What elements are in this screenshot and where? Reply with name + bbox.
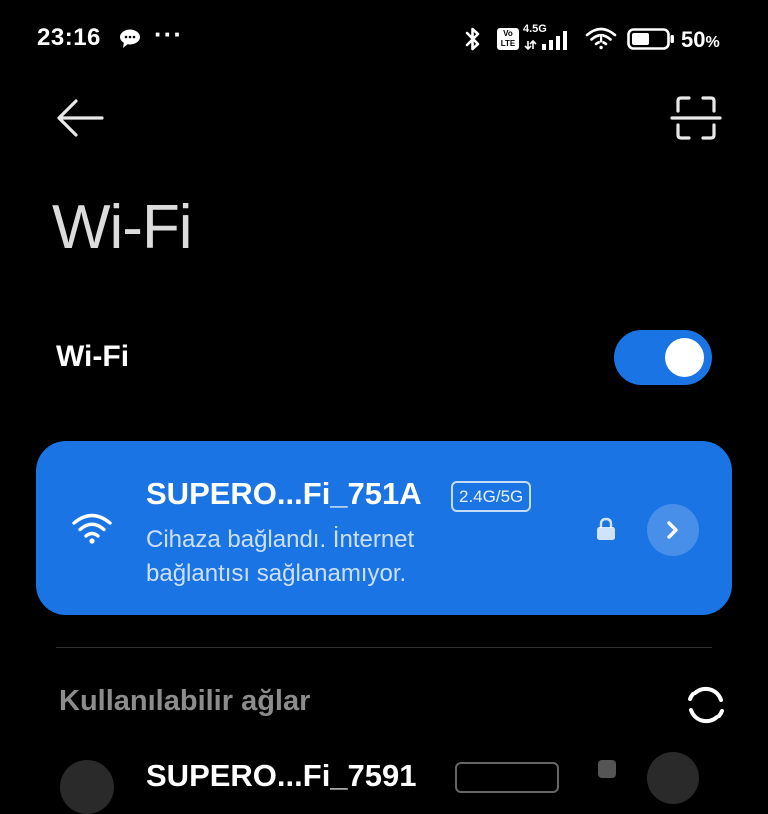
wifi-toggle-switch[interactable] [614, 330, 712, 385]
lock-icon [598, 760, 616, 778]
section-divider [56, 647, 712, 648]
more-notifications-icon: ··· [154, 19, 183, 49]
status-time: 23:16 [37, 24, 101, 51]
battery-percent: 50% [681, 27, 720, 53]
volte-top-label: Vo [503, 29, 513, 38]
network-name: SUPERO...Fi_7591 [146, 758, 417, 793]
toggle-knob [665, 338, 704, 377]
wifi-no-internet-icon [585, 26, 617, 57]
battery-icon [627, 28, 675, 55]
page-title: Wi-Fi [52, 193, 193, 262]
bluetooth-icon [462, 25, 484, 58]
refresh-networks-button[interactable] [684, 683, 728, 727]
wifi-icon [71, 511, 113, 550]
volte-icon: Vo LTE [497, 28, 519, 50]
network-details-button[interactable] [647, 752, 699, 804]
cell-signal-icon [522, 27, 578, 56]
network-details-button[interactable] [647, 504, 699, 556]
connected-network-card[interactable]: SUPERO...Fi_751A 2.4G/5G Cihaza bağlandı… [36, 441, 732, 615]
status-bar: 23:16 ··· Vo LTE 4.5G 50% [0, 0, 768, 80]
chat-bubble-icon [118, 28, 142, 55]
wifi-icon [60, 760, 114, 814]
qr-scan-icon [670, 96, 722, 140]
wifi-toggle-label: Wi-Fi [56, 340, 130, 373]
battery-percent-symbol: % [705, 34, 720, 51]
network-band-badge [455, 762, 559, 793]
connection-status-text: Cihaza bağlandı. İnternet bağlantısı sağ… [146, 526, 415, 587]
scan-qr-button[interactable] [668, 92, 724, 144]
volte-bottom-label: LTE [500, 39, 516, 48]
available-networks-title: Kullanılabilir ağlar [59, 685, 311, 717]
arrow-left-icon [57, 99, 104, 137]
connected-network-name: SUPERO...Fi_751A [146, 476, 422, 511]
chevron-right-icon [667, 521, 678, 539]
battery-percent-value: 50 [681, 27, 706, 52]
refresh-icon [688, 686, 724, 724]
back-button[interactable] [52, 95, 108, 141]
lock-icon [596, 517, 616, 546]
network-band-badge: 2.4G/5G [451, 481, 532, 512]
network-list-item[interactable]: SUPERO...Fi_7591 [0, 748, 768, 814]
